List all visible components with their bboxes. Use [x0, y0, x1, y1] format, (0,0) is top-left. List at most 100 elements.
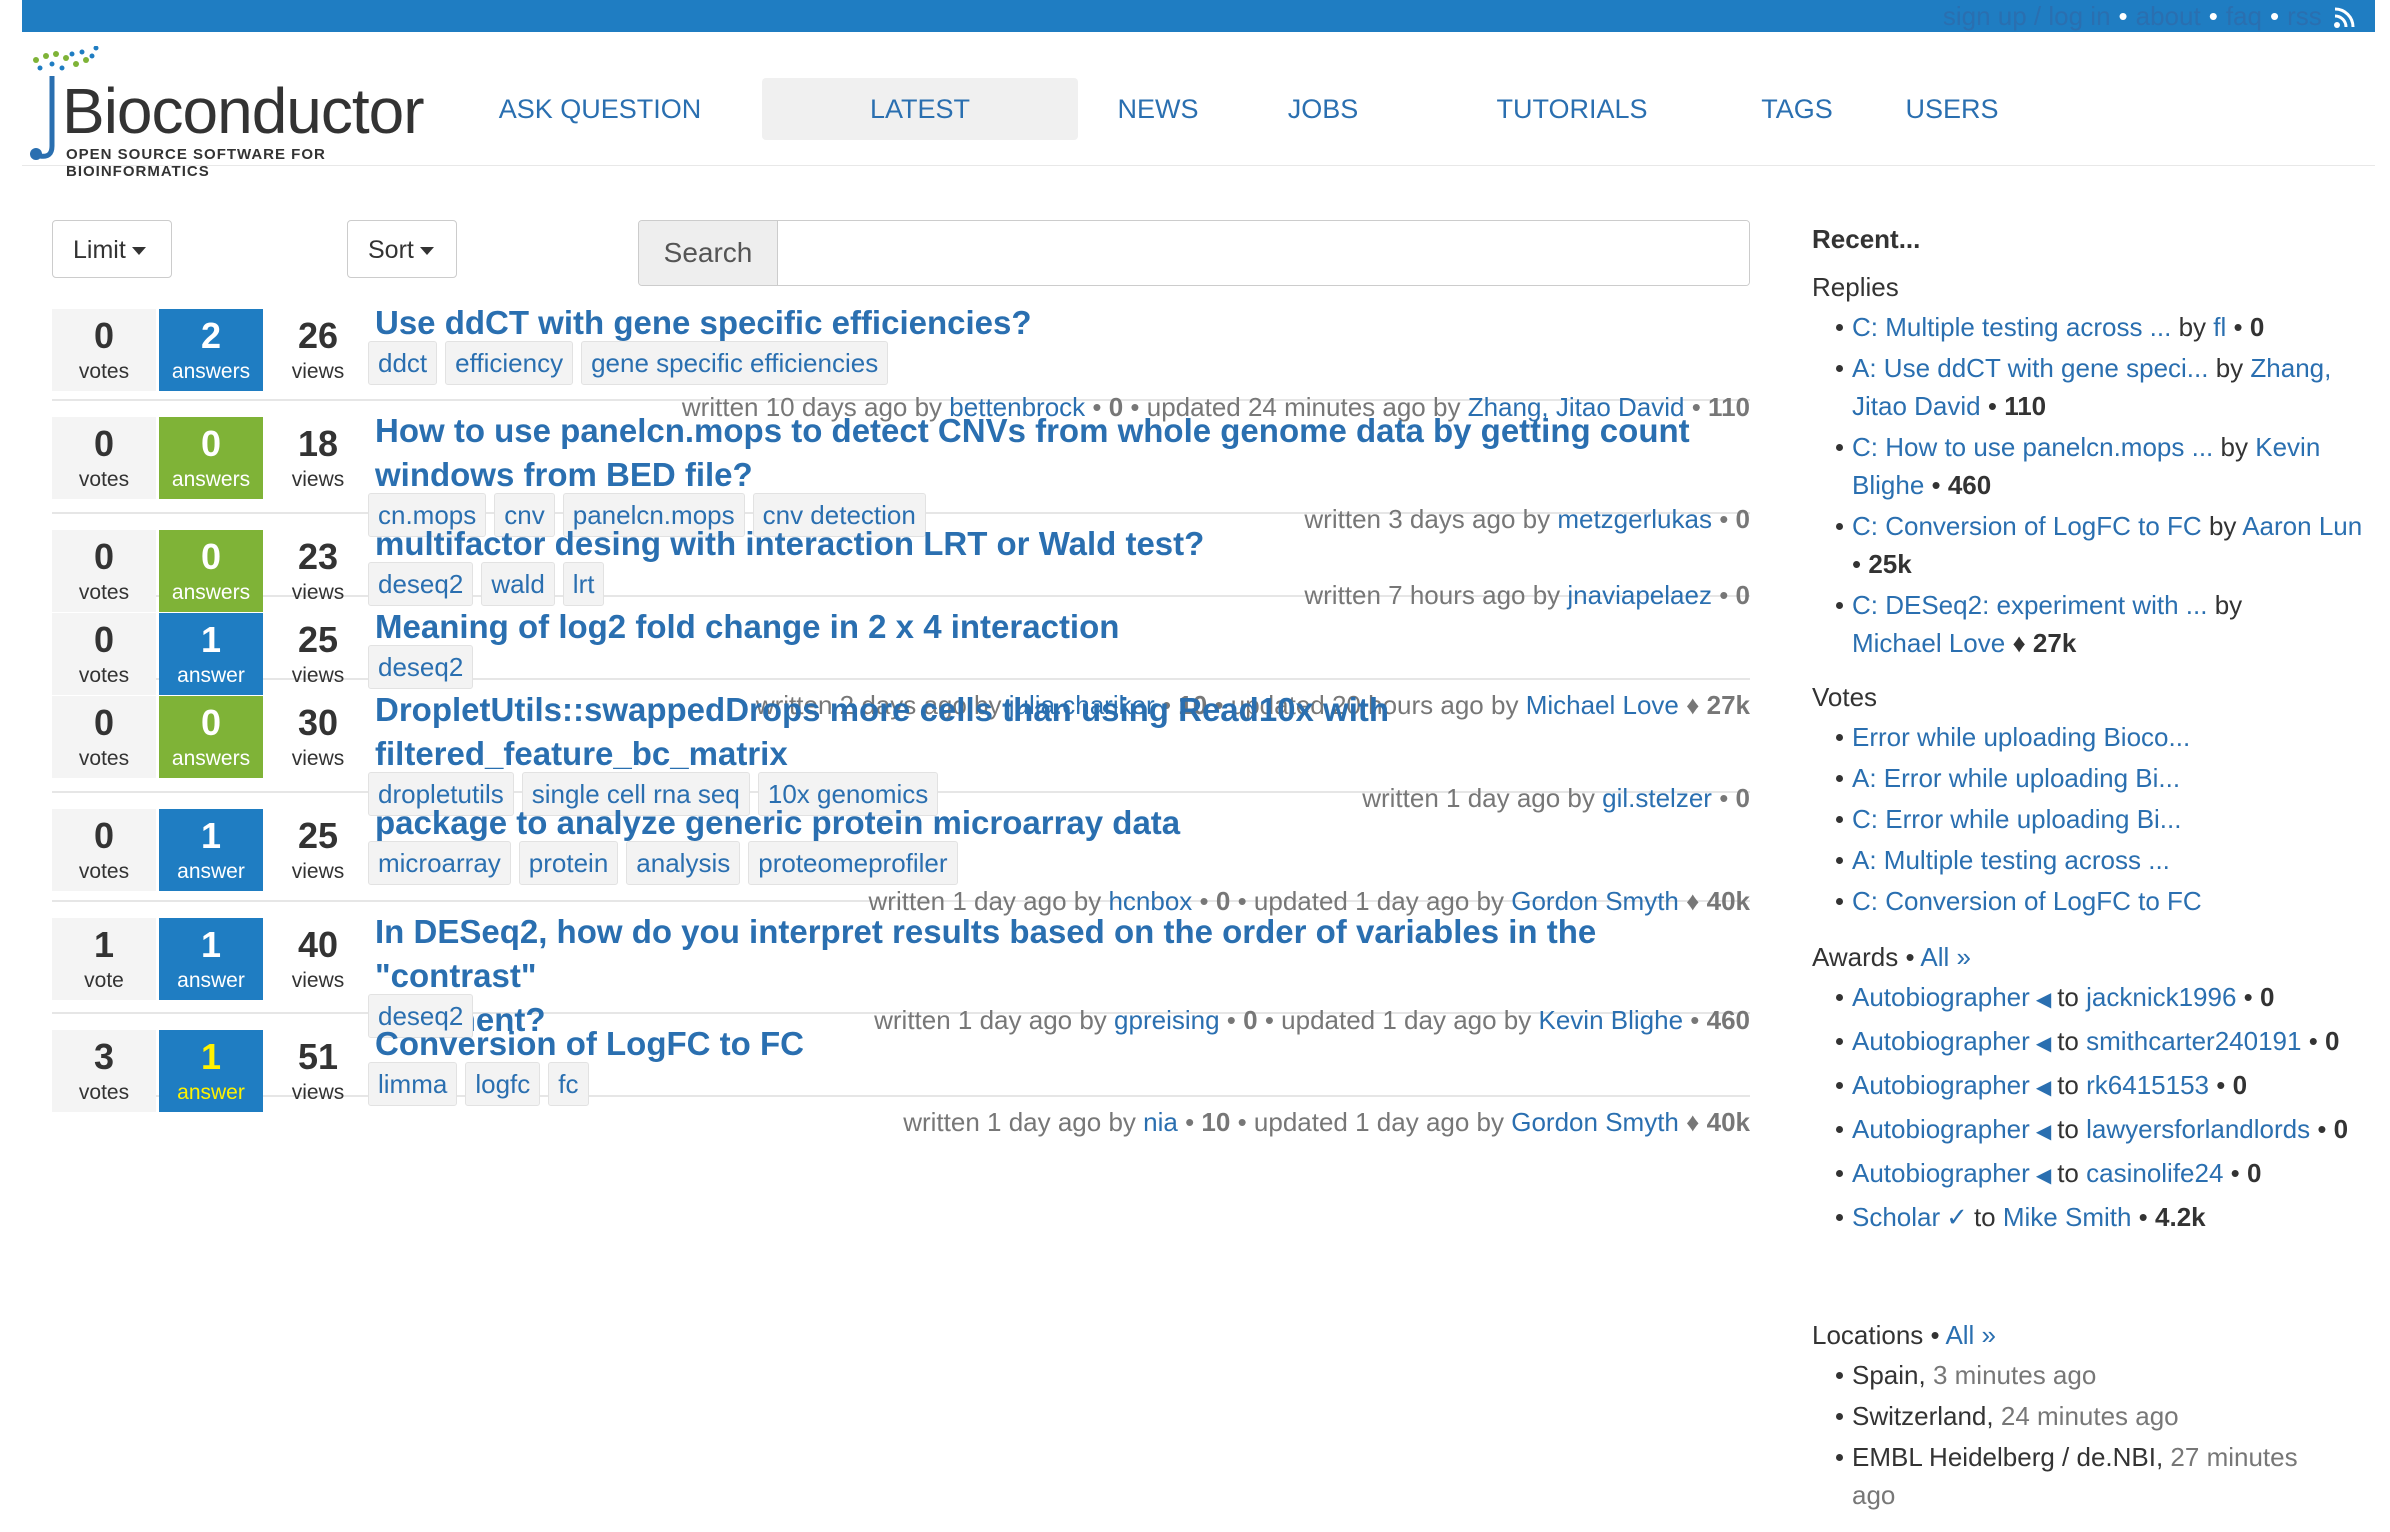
question-title[interactable]: Meaning of log2 fold change in 2 x 4 int… [375, 605, 1745, 649]
bioconductor-logo[interactable]: Bioconductor OPEN SOURCE SOFTWARE FOR BI… [22, 46, 425, 180]
sort-dropdown[interactable]: Sort [347, 220, 457, 278]
tag[interactable]: ddct [368, 341, 438, 385]
reply-user-link[interactable]: Kevin [2255, 432, 2320, 462]
question-title[interactable]: How to use panelcn.mops to detect CNVs f… [375, 409, 1745, 497]
vote-label: vote [84, 969, 124, 992]
award-user-link[interactable]: jacknick1996 [2086, 982, 2236, 1012]
search-input[interactable] [778, 221, 1749, 285]
location-time: ago [1852, 1480, 1896, 1510]
to-text: to [2057, 1026, 2079, 1056]
faq-link[interactable]: faq [2226, 1, 2262, 31]
vote-count: 0 [93, 702, 115, 743]
location-place: EMBL Heidelberg / de.NBI, [1852, 1442, 2164, 1472]
badge-link[interactable]: Autobiographer [1852, 1114, 2030, 1144]
rss-link[interactable]: rss [2287, 1, 2322, 31]
badge-link[interactable]: Autobiographer [1852, 982, 2030, 1012]
question-title[interactable]: Conversion of LogFC to FC [375, 1022, 1745, 1066]
tag[interactable]: logfc [465, 1062, 541, 1106]
about-link[interactable]: about [2136, 1, 2201, 31]
answer-count-box: 0 answers [159, 696, 263, 778]
votes-heading: Votes [1812, 682, 1878, 712]
location-item: Spain, 3 minutes ago [1836, 1356, 2376, 1394]
badge-link[interactable]: Scholar [1852, 1202, 1940, 1232]
limit-dropdown[interactable]: Limit [52, 220, 172, 278]
answer-label: answer [177, 1081, 245, 1104]
award-user-link[interactable]: Mike Smith [2003, 1202, 2132, 1232]
vote-post-link[interactable]: C: Conversion of LogFC to FC [1852, 886, 2202, 916]
vote-post-link[interactable]: A: Error while uploading Bi... [1852, 763, 2180, 793]
nav-latest[interactable]: LATEST [762, 78, 1078, 140]
reply-user-link[interactable]: Aaron [2242, 511, 2311, 541]
answer-count-box: 1 answer [159, 1030, 263, 1112]
by-text: by [2215, 353, 2244, 383]
vote-count-box: 1 vote [52, 918, 156, 1000]
award-user-link[interactable]: rk6415153 [2086, 1070, 2209, 1100]
award-user-link[interactable]: smithcarter240191 [2086, 1026, 2301, 1056]
search-button[interactable]: Search [639, 221, 778, 285]
reply-user-link[interactable]: Michael Love [1852, 628, 2005, 658]
awards-heading: Awards • All » [1812, 942, 1971, 972]
tag[interactable]: proteomeprofiler [748, 841, 958, 885]
nav-users[interactable]: USERS [1892, 78, 2012, 140]
to-text: to [2057, 1070, 2079, 1100]
view-count-box: 51 views [266, 1030, 370, 1112]
nav-tutorials[interactable]: TUTORIALS [1472, 78, 1672, 140]
author-score: 10 [1201, 1107, 1231, 1137]
answer-label: answers [171, 360, 251, 383]
award-item: Autobiographer ◀ to smithcarter240191 • 0 [1836, 1022, 2376, 1063]
tag[interactable]: microarray [368, 841, 511, 885]
reply-user-link[interactable]: fl [2213, 312, 2226, 342]
reply-link[interactable]: C: How to use panelcn.mops ... [1852, 432, 2213, 462]
votes-list: Error while uploading Bioco... A: Error w… [1836, 718, 2376, 923]
reply-user-link[interactable]: Jitao David [1852, 391, 1981, 421]
award-user-link[interactable]: lawyersforlandlords [2086, 1114, 2310, 1144]
reply-user-score: 110 [2004, 391, 2047, 421]
answer-count: 0 [200, 702, 222, 743]
tag[interactable]: analysis [626, 841, 741, 885]
tag[interactable]: limma [368, 1062, 458, 1106]
question-row: 0 votes 2 answers 26 views Use ddCT with gene … [52, 293, 1750, 422]
reply-link[interactable]: C: Multiple testing across ... [1852, 312, 2171, 342]
tag[interactable]: gene specific efficiencies [581, 341, 889, 385]
badge-link[interactable]: Autobiographer [1852, 1070, 2030, 1100]
reply-user-link[interactable]: Zhang, [2250, 353, 2331, 383]
nav-jobs[interactable]: JOBS [1268, 78, 1378, 140]
awards-all-link[interactable]: All » [1920, 942, 1971, 972]
locations-all-link[interactable]: All » [1945, 1320, 1996, 1350]
answer-count-box: 2 answers [159, 309, 263, 391]
signup-login-link[interactable]: sign up / log in [1943, 1, 2111, 31]
by-text: by [2208, 511, 2237, 541]
award-user-link[interactable]: casinolife24 [2086, 1158, 2223, 1188]
question-title[interactable]: package to analyze generic protein micro… [375, 801, 1745, 845]
bullhorn-icon: ◀ [2035, 1165, 2052, 1187]
vote-post-link[interactable]: C: Error while uploading Bi... [1852, 804, 2181, 834]
top-bar: sign up / log in • about • faq • rss [22, 0, 2375, 32]
badge-link[interactable]: Autobiographer [1852, 1026, 2030, 1056]
reply-link[interactable]: C: Conversion of LogFC to FC [1852, 511, 2202, 541]
reply-user-link[interactable]: Blighe [1852, 470, 1924, 500]
question-title[interactable]: multifactor desing with interaction LRT … [375, 522, 1745, 566]
award-item: Autobiographer ◀ to rk6415153 • 0 [1836, 1066, 2376, 1107]
badge-link[interactable]: Autobiographer [1852, 1158, 2030, 1188]
to-text: to [2057, 1114, 2079, 1144]
answer-count: 1 [200, 815, 222, 856]
tag[interactable]: efficiency [445, 341, 574, 385]
nav-ask-question[interactable]: ASK QUESTION [480, 78, 720, 140]
nav-news[interactable]: NEWS [1105, 78, 1211, 140]
reply-link[interactable]: C: DESeq2: experiment with ... [1852, 590, 2207, 620]
nav-tags[interactable]: TAGS [1742, 78, 1852, 140]
updater-link[interactable]: Gordon Smyth [1511, 1107, 1679, 1137]
rss-icon[interactable] [2333, 7, 2355, 29]
question-title[interactable]: Use ddCT with gene specific efficiencies… [375, 301, 1745, 345]
award-item: Autobiographer ◀ to jacknick1996 • 0 [1836, 978, 2376, 1019]
view-label: views [291, 969, 345, 992]
reply-link[interactable]: A: Use ddCT with gene speci... [1852, 353, 2208, 383]
vote-post-link[interactable]: Error while uploading Bioco... [1852, 722, 2190, 752]
vote-post-link[interactable]: A: Multiple testing across ... [1852, 845, 2170, 875]
replies-heading: Replies [1812, 272, 1899, 302]
tag[interactable]: fc [548, 1062, 589, 1106]
question-row: 0 votes 1 answer 25 views Meaning of log2 fold… [52, 597, 1750, 720]
author-link[interactable]: nia [1143, 1107, 1178, 1137]
reply-user-link[interactable]: Lun [2319, 511, 2362, 541]
tag[interactable]: protein [518, 841, 619, 885]
